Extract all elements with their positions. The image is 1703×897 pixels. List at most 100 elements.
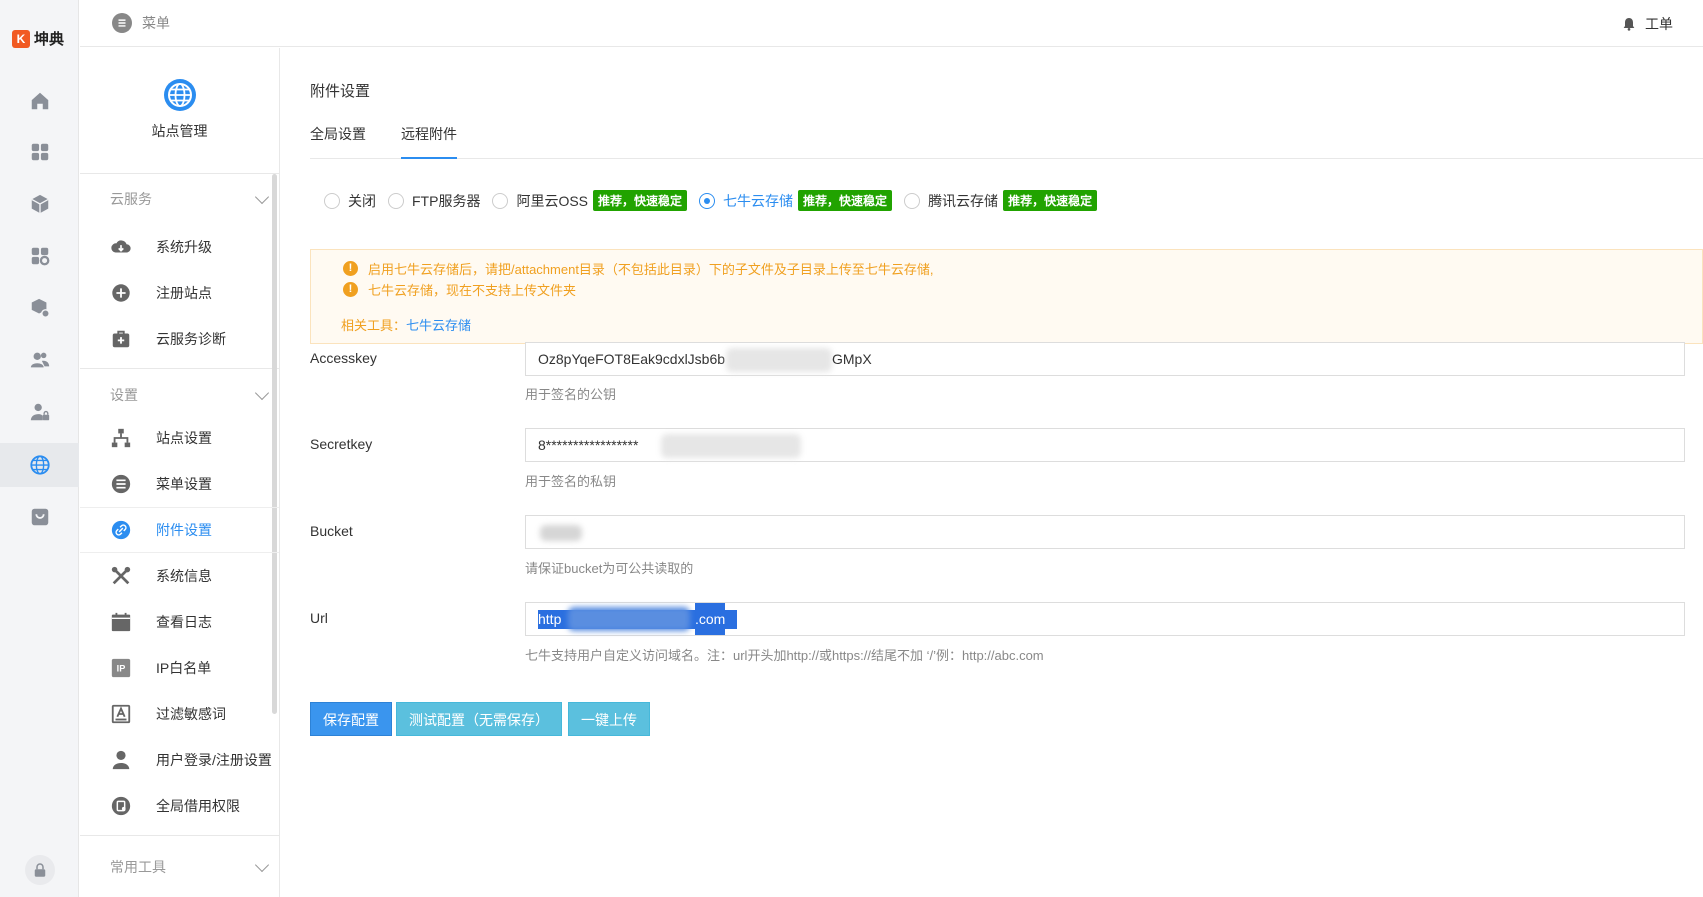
warning-notice: ! 启用七牛云存储后，请把/attachment目录（不包括此目录）下的子文件及… [310, 249, 1703, 344]
group-label: 常用工具 [110, 859, 166, 875]
url-help: 七牛支持用户自定义访问域名。注：url开头加http://或https://结尾… [525, 648, 1044, 663]
secretkey-label: Secretkey [310, 436, 373, 452]
sidebar-item-site-settings[interactable]: 站点设置 [80, 415, 279, 461]
sidebar-item-system-info[interactable]: 系统信息 [80, 553, 279, 599]
accesskey-value-end: GMpX [832, 351, 872, 367]
cube-icon[interactable] [27, 191, 53, 217]
text-box-icon [110, 703, 132, 725]
sidebar-item-label: 菜单设置 [156, 476, 212, 492]
menu-toggle-button[interactable]: 菜单 [112, 13, 170, 33]
svg-text:IP: IP [117, 664, 126, 674]
bucket-help: 请保证bucket为可公共读取的 [525, 561, 694, 576]
sidebar-item-global-borrow-permission[interactable]: 全局借用权限 [80, 783, 279, 829]
divider [80, 368, 279, 369]
globe-icon[interactable] [27, 452, 53, 478]
group-cloud-services[interactable]: 云服务 [80, 174, 279, 224]
bucket-input[interactable] [525, 515, 1685, 549]
secretkey-help: 用于签名的私钥 [525, 474, 617, 489]
related-tools: 相关工具：七牛云存储 [341, 315, 471, 334]
sidebar-item-label: 全局借用权限 [156, 798, 240, 814]
sidebar-item-filter-words[interactable]: 过滤敏感词 [80, 691, 279, 737]
sidebar-item-view-logs[interactable]: 查看日志 [80, 599, 279, 645]
tab-global-settings[interactable]: 全局设置 [310, 124, 366, 159]
store-icon[interactable] [27, 504, 53, 530]
logo-name: 坤典 [34, 31, 65, 48]
sidebar-item-label: 系统信息 [156, 568, 212, 584]
sidebar-item-login-register-settings[interactable]: 用户登录/注册设置 [80, 737, 279, 783]
sidebar-item-ip-whitelist[interactable]: IP IP白名单 [80, 645, 279, 691]
apps-settings-icon[interactable] [27, 243, 53, 269]
url-value-end: .com [695, 603, 726, 635]
radio-ftp[interactable]: FTP服务器 [388, 191, 480, 211]
apps-grid-icon[interactable] [27, 139, 53, 165]
radio-button[interactable] [324, 192, 340, 209]
radio-label: 七牛云存储 [723, 192, 794, 209]
tab-remote-attachment[interactable]: 远程附件 [401, 124, 457, 159]
radio-button[interactable] [492, 192, 509, 209]
chevron-down-icon [254, 857, 270, 873]
sidebar-item-label: 附件设置 [156, 522, 212, 538]
radio-button[interactable] [904, 192, 921, 209]
redaction-blur [540, 525, 582, 541]
tools-prefix: 相关工具： [341, 318, 407, 333]
sidebar-item-label: 查看日志 [156, 614, 212, 630]
notice-text: 七牛云存储，现在不支持上传文件夹 [368, 283, 577, 298]
ticket-label: 工单 [1645, 16, 1673, 32]
group-settings[interactable]: 设置 [80, 375, 279, 415]
url-input[interactable]: http .com [525, 602, 1685, 636]
ip-icon: IP [110, 657, 132, 679]
sidebar-item-cloud-diagnosis[interactable]: 云服务诊断 [80, 316, 279, 362]
notice-text: 启用七牛云存储后，请把/attachment目录（不包括此目录）下的子文件及子目… [368, 262, 934, 277]
home-icon[interactable] [27, 88, 53, 114]
radio-label: FTP服务器 [412, 192, 481, 209]
accesskey-input[interactable]: Oz8pYqeFOT8Eak9cdxlJsb6b GMpX [525, 342, 1685, 376]
cloud-download-icon [110, 236, 132, 258]
sidebar-title: 站点管理 [151, 123, 208, 139]
box-settings-icon[interactable] [27, 295, 53, 321]
secretkey-value: 8***************** [538, 437, 639, 453]
notice-line: ! 七牛云存储，现在不支持上传文件夹 [343, 280, 576, 299]
logo[interactable]: K 坤典 [12, 28, 64, 49]
sidebar-item-label: 用户登录/注册设置 [156, 752, 272, 768]
qiniu-tool-link[interactable]: 七牛云存储 [406, 318, 471, 333]
test-config-button[interactable]: 测试配置（无需保存） [396, 702, 562, 736]
secondary-sidebar: 站点管理 云服务 系统升级 注册站点 云服务诊断 设置 站点设置 菜单设置 附件… [80, 48, 280, 897]
group-common-tools[interactable]: 常用工具 [80, 842, 279, 892]
radio-tencent-cos[interactable]: 腾讯云存储 推荐，快速稳定 [904, 190, 1098, 211]
radio-label: 关闭 [348, 192, 376, 209]
sidebar-item-system-upgrade[interactable]: 系统升级 [80, 224, 279, 270]
page-title: 附件设置 [310, 83, 371, 100]
recommend-badge: 推荐，快速稳定 [593, 190, 688, 211]
sidebar-item-menu-settings[interactable]: 菜单设置 [80, 461, 279, 507]
accesskey-value-start: Oz8pYqeFOT8Eak9cdxlJsb6b [538, 351, 726, 367]
lock-icon[interactable] [25, 855, 55, 885]
sitemap-icon [110, 427, 132, 449]
ticket-button[interactable]: 工单 [1621, 14, 1673, 34]
users-icon[interactable] [27, 347, 53, 373]
one-click-upload-button[interactable]: 一键上传 [568, 702, 650, 736]
radio-qiniu[interactable]: 七牛云存储 推荐，快速稳定 [699, 190, 893, 211]
radio-aliyun-oss[interactable]: 阿里云OSS 推荐，快速稳定 [492, 190, 688, 211]
sidebar-item-register-site[interactable]: 注册站点 [80, 270, 279, 316]
accesskey-label: Accesskey [310, 350, 377, 366]
storage-type-radio-group: 关闭 FTP服务器 阿里云OSS 推荐，快速稳定 七牛云存储 推荐，快速稳定 腾… [324, 190, 1109, 211]
radio-button[interactable] [699, 192, 716, 209]
sidebar-item-label: 系统升级 [156, 239, 212, 255]
secretkey-input[interactable]: 8***************** [525, 428, 1685, 462]
tools-icon [110, 565, 132, 587]
radio-button[interactable] [388, 192, 404, 209]
sidebar-item-label: 注册站点 [156, 285, 212, 301]
radio-close[interactable]: 关闭 [324, 191, 376, 211]
warning-icon: ! [343, 282, 358, 297]
group-label: 云服务 [110, 191, 152, 207]
save-config-button[interactable]: 保存配置 [310, 702, 392, 736]
tab-bar: 全局设置 远程附件 [310, 124, 1703, 159]
chevron-down-icon [254, 189, 270, 205]
sidebar-item-label: IP白名单 [156, 660, 212, 676]
sidebar-item-attachment-settings[interactable]: 附件设置 [80, 507, 279, 553]
notice-line: ! 启用七牛云存储后，请把/attachment目录（不包括此目录）下的子文件及… [343, 259, 934, 278]
plus-circle-icon [110, 282, 132, 304]
user-lock-icon[interactable] [27, 399, 53, 425]
redaction-blur [661, 434, 801, 458]
logo-mark: K [12, 29, 30, 48]
